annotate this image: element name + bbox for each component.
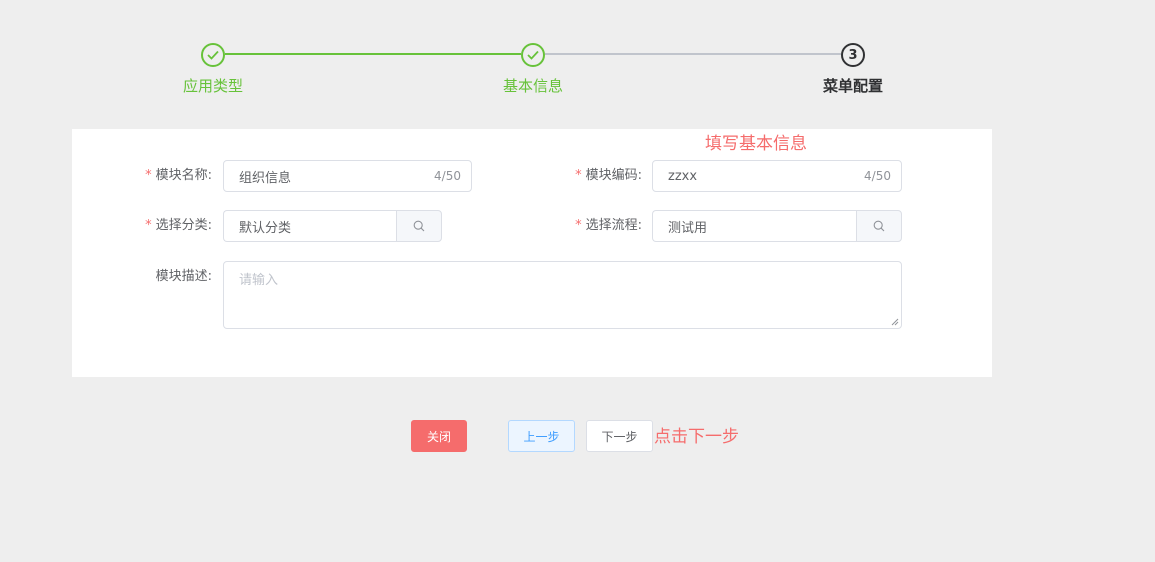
step-1-check-icon: [201, 43, 225, 67]
module-name-label: * 模块名称:: [145, 168, 212, 183]
annotation-fill-info: 填写基本信息: [705, 134, 807, 154]
module-name-value: 组织信息: [239, 170, 292, 186]
step-1-title: 应用类型: [182, 77, 243, 95]
description-textarea[interactable]: 请输入: [223, 261, 902, 329]
page: 3 应用类型 基本信息 菜单配置 * 模块名称: 组织信息 4/50 * 模块编码:…: [0, 0, 1155, 562]
next-step-button[interactable]: 下一步: [586, 420, 653, 452]
step-connector-1: [225, 53, 521, 55]
module-code-input[interactable]: zzxx 4/50: [652, 160, 902, 192]
category-input[interactable]: 默认分类: [223, 210, 396, 242]
step-2-title: 基本信息: [502, 77, 563, 95]
module-name-input[interactable]: 组织信息 4/50: [223, 160, 472, 192]
flow-select: 测试用: [652, 210, 902, 242]
module-code-value: zzxx: [668, 168, 698, 184]
module-code-label: * 模块编码:: [575, 168, 642, 183]
prev-step-button[interactable]: 上一步: [508, 420, 575, 452]
annotation-click-next: 点击下一步: [654, 427, 739, 447]
flow-value: 测试用: [668, 220, 708, 236]
form-panel: * 模块名称: 组织信息 4/50 * 模块编码: zzxx 4/50 * 选择分类:…: [72, 129, 992, 377]
close-button[interactable]: 关闭: [411, 420, 467, 452]
step-3-title: 菜单配置: [822, 77, 883, 95]
category-search-button[interactable]: [396, 210, 442, 242]
step-3-number: 3: [848, 47, 858, 63]
category-label: * 选择分类:: [145, 218, 212, 233]
flow-search-button[interactable]: [856, 210, 902, 242]
flow-label: * 选择流程:: [575, 218, 642, 233]
flow-input[interactable]: 测试用: [652, 210, 856, 242]
search-icon: [413, 220, 425, 232]
module-code-count: 4/50: [864, 169, 891, 183]
description-placeholder: 请输入: [239, 273, 279, 288]
search-icon: [873, 220, 885, 232]
category-value: 默认分类: [239, 220, 292, 236]
steps-bar: 3 应用类型 基本信息 菜单配置: [0, 0, 1155, 110]
resize-grip-icon[interactable]: [891, 318, 899, 326]
module-name-count: 4/50: [434, 169, 461, 183]
description-label: 模块描述:: [155, 269, 212, 284]
category-select: 默认分类: [223, 210, 442, 242]
step-3-number-icon: 3: [841, 43, 865, 67]
step-connector-2: [545, 53, 841, 55]
step-2-check-icon: [521, 43, 545, 67]
